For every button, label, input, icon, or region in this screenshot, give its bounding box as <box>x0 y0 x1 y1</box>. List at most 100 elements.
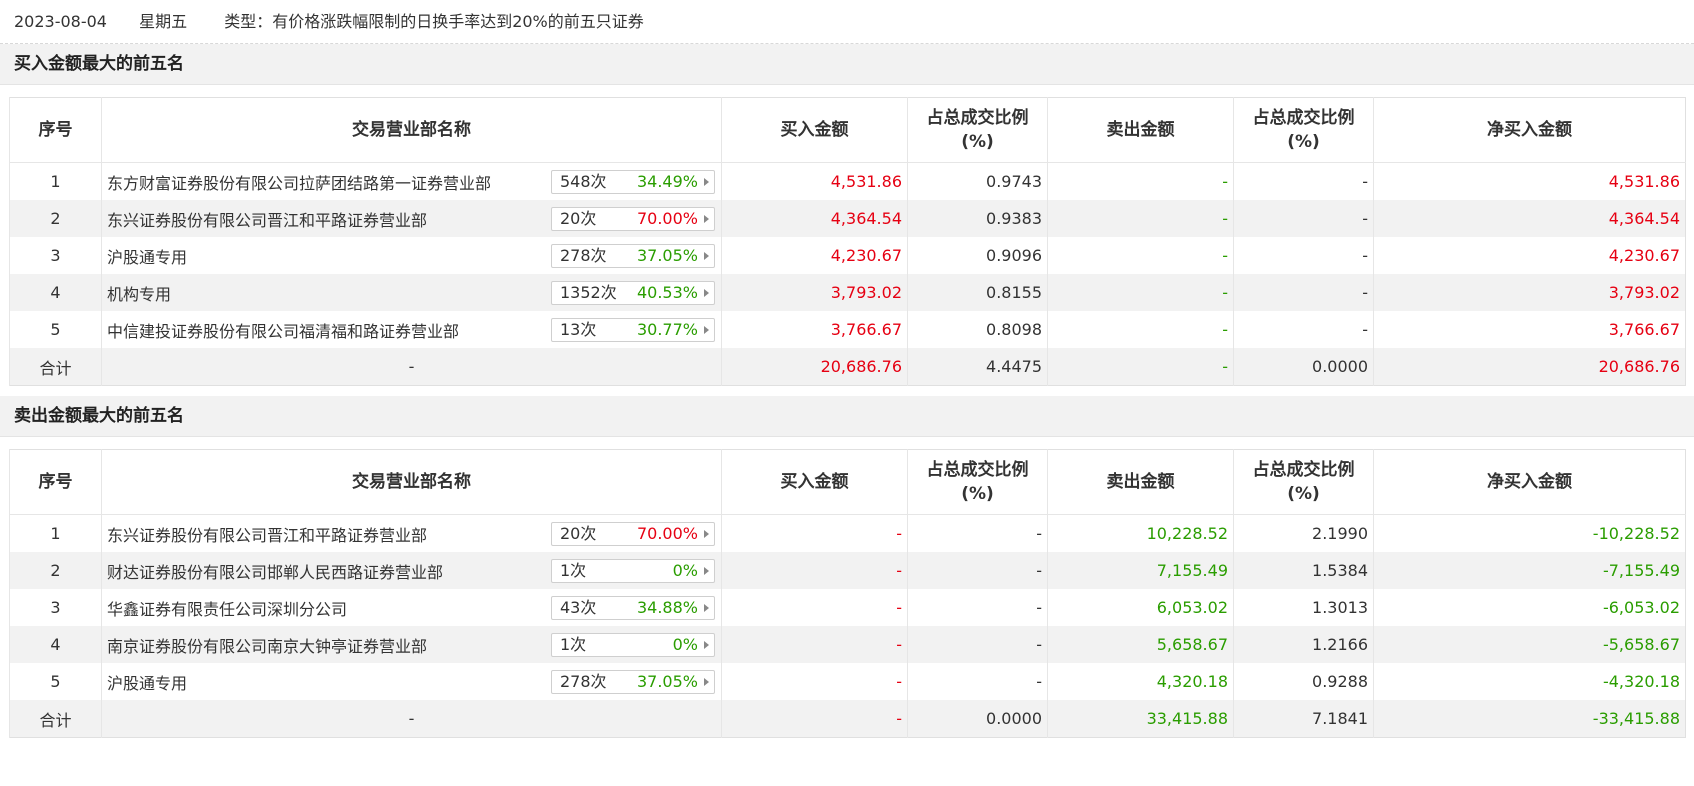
table-header-row: 序号 交易营业部名称 买入金额 占总成交比例 (%) 卖出金额 占总成交比例 (%)… <box>9 449 1686 515</box>
total-sell-ratio: 0.0000 <box>1233 348 1374 386</box>
buy-ratio: - <box>907 552 1048 589</box>
table-row: 2 财达证券股份有限公司邯郸人民西路证券营业部 1次 0% - -7,155.49 1.53… <box>9 552 1686 589</box>
header-bar: 2023-08-04 星期五 类型：有价格涨跌幅限制的日换手率达到20%的前五只… <box>0 0 1694 44</box>
trade-weekday: 星期五 <box>139 12 188 31</box>
buy-section-title: 买入金额最大的前五名 <box>0 44 1694 85</box>
dept-cell: 南京证券股份有限公司南京大钟亭证券营业部 1次 0% <box>101 626 722 663</box>
col-seq: 序号 <box>9 449 102 515</box>
dept-name-link[interactable]: 东兴证券股份有限公司晋江和平路证券营业部 <box>107 526 427 545</box>
buy-ratio: - <box>907 626 1048 663</box>
dept-name-link[interactable]: 华鑫证券有限责任公司深圳分公司 <box>107 600 347 619</box>
rank-stats-badge[interactable]: 1352次 40.53% <box>551 281 715 305</box>
buy-amount: - <box>721 663 908 700</box>
chevron-right-icon <box>704 604 709 612</box>
sell-amount: - <box>1047 237 1234 274</box>
net-amount: 3,793.02 <box>1373 274 1686 311</box>
rank-rate: 0% <box>672 635 698 654</box>
buy-amount: 4,364.54 <box>721 200 908 237</box>
rank-rate: 37.05% <box>636 246 698 265</box>
buy-ratio: 0.9743 <box>907 162 1048 200</box>
rank-count: 20次 <box>560 524 597 543</box>
sell-amount: 10,228.52 <box>1047 514 1234 552</box>
rank-count: 43次 <box>560 598 597 617</box>
buy-ratio: 0.8098 <box>907 311 1048 348</box>
dept-cell: 东兴证券股份有限公司晋江和平路证券营业部 20次 70.00% <box>101 514 722 552</box>
chevron-right-icon <box>704 678 709 686</box>
sell-ratio: - <box>1233 162 1374 200</box>
net-amount: -4,320.18 <box>1373 663 1686 700</box>
buy-ratio: - <box>907 514 1048 552</box>
rank-count: 1次 <box>560 635 587 654</box>
net-amount: 3,766.67 <box>1373 311 1686 348</box>
rank-stats-badge[interactable]: 13次 30.77% <box>551 318 715 342</box>
total-sell: 33,415.88 <box>1047 700 1234 738</box>
sell-amount: 4,320.18 <box>1047 663 1234 700</box>
rank-count: 548次 <box>560 172 607 191</box>
dept-cell: 东方财富证券股份有限公司拉萨团结路第一证券营业部 548次 34.49% <box>101 162 722 200</box>
row-seq: 5 <box>9 663 102 700</box>
chevron-right-icon <box>704 641 709 649</box>
dept-name-link[interactable]: 沪股通专用 <box>107 248 187 267</box>
total-dept: - <box>101 700 722 738</box>
dept-name-link[interactable]: 东兴证券股份有限公司晋江和平路证券营业部 <box>107 211 427 230</box>
rank-stats-badge[interactable]: 20次 70.00% <box>551 522 715 546</box>
rank-stats-badge[interactable]: 278次 37.05% <box>551 670 715 694</box>
rank-rate: 37.05% <box>636 672 698 691</box>
col-sell-ratio: 占总成交比例 (%) <box>1233 97 1374 163</box>
total-buy-ratio: 4.4475 <box>907 348 1048 386</box>
rank-stats-badge[interactable]: 20次 70.00% <box>551 207 715 231</box>
total-net: -33,415.88 <box>1373 700 1686 738</box>
rank-rate: 40.53% <box>636 283 698 302</box>
total-buy-ratio: 0.0000 <box>907 700 1048 738</box>
col-seq: 序号 <box>9 97 102 163</box>
table-row: 4 南京证券股份有限公司南京大钟亭证券营业部 1次 0% - -5,658.67 1.216… <box>9 626 1686 663</box>
row-seq: 3 <box>9 237 102 274</box>
total-net: 20,686.76 <box>1373 348 1686 386</box>
table-row: 1 东方财富证券股份有限公司拉萨团结路第一证券营业部 548次 34.49% 4,531… <box>9 162 1686 200</box>
rank-rate: 70.00% <box>636 209 698 228</box>
dept-name-link[interactable]: 财达证券股份有限公司邯郸人民西路证券营业部 <box>107 563 443 582</box>
table-row: 5 中信建投证券股份有限公司福清福和路证券营业部 13次 30.77% 3,766.67… <box>9 311 1686 348</box>
rank-stats-badge[interactable]: 278次 37.05% <box>551 244 715 268</box>
buy-ratio: - <box>907 589 1048 626</box>
dept-name-link[interactable]: 沪股通专用 <box>107 674 187 693</box>
table-row: 4 机构专用 1352次 40.53% 3,793.02 0.8155- -3,793.02 <box>9 274 1686 311</box>
sell-ratio: 1.3013 <box>1233 589 1374 626</box>
col-buy: 买入金额 <box>721 97 908 163</box>
chevron-right-icon <box>704 178 709 186</box>
rank-stats-badge[interactable]: 43次 34.88% <box>551 596 715 620</box>
col-buy-ratio: 占总成交比例 (%) <box>907 449 1048 515</box>
rank-stats-badge[interactable]: 548次 34.49% <box>551 170 715 194</box>
col-sell-ratio: 占总成交比例 (%) <box>1233 449 1374 515</box>
dept-name-link[interactable]: 南京证券股份有限公司南京大钟亭证券营业部 <box>107 637 427 656</box>
col-net: 净买入金额 <box>1373 97 1686 163</box>
total-sell: - <box>1047 348 1234 386</box>
rank-count: 278次 <box>560 672 607 691</box>
dept-cell: 机构专用 1352次 40.53% <box>101 274 722 311</box>
chevron-right-icon <box>704 326 709 334</box>
table-row: 2 东兴证券股份有限公司晋江和平路证券营业部 20次 70.00% 4,364.54 0.… <box>9 200 1686 237</box>
sell-ratio: - <box>1233 200 1374 237</box>
row-seq: 5 <box>9 311 102 348</box>
sell-amount: 6,053.02 <box>1047 589 1234 626</box>
sell-amount: - <box>1047 311 1234 348</box>
net-amount: -5,658.67 <box>1373 626 1686 663</box>
dept-cell: 财达证券股份有限公司邯郸人民西路证券营业部 1次 0% <box>101 552 722 589</box>
buy-ratio: 0.9096 <box>907 237 1048 274</box>
sell-amount: - <box>1047 200 1234 237</box>
row-seq: 4 <box>9 274 102 311</box>
total-row: 合计 - -0.0000 33,415.88 7.1841 -33,415.88 <box>9 700 1686 738</box>
col-dept: 交易营业部名称 <box>101 449 722 515</box>
dept-name-link[interactable]: 中信建投证券股份有限公司福清福和路证券营业部 <box>107 322 459 341</box>
buy-ratio: 0.9383 <box>907 200 1048 237</box>
dept-cell: 中信建投证券股份有限公司福清福和路证券营业部 13次 30.77% <box>101 311 722 348</box>
net-amount: -7,155.49 <box>1373 552 1686 589</box>
buy-amount: 4,230.67 <box>721 237 908 274</box>
dept-name-link[interactable]: 东方财富证券股份有限公司拉萨团结路第一证券营业部 <box>107 174 491 193</box>
dept-name-link[interactable]: 机构专用 <box>107 285 171 304</box>
rank-stats-badge[interactable]: 1次 0% <box>551 633 715 657</box>
col-sell: 卖出金额 <box>1047 97 1234 163</box>
total-buy: - <box>721 700 908 738</box>
row-seq: 2 <box>9 200 102 237</box>
rank-stats-badge[interactable]: 1次 0% <box>551 559 715 583</box>
